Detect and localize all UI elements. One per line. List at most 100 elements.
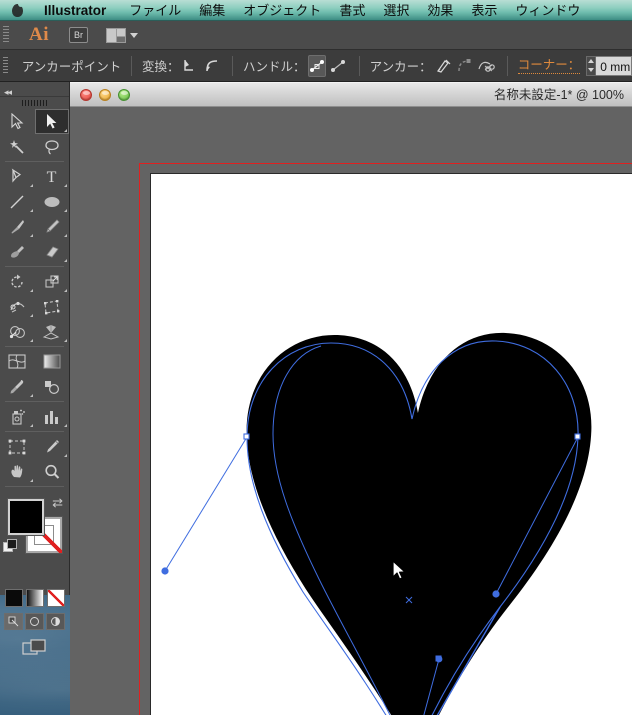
apple-icon[interactable] xyxy=(12,0,24,17)
appbar-grip-icon[interactable] xyxy=(3,26,9,44)
tool-flyout-indicator[interactable] xyxy=(64,454,67,457)
document-title-bar[interactable]: 名称未設定-1* @ 100% xyxy=(70,82,632,107)
artboard[interactable] xyxy=(150,173,632,715)
eyedropper-tool[interactable] xyxy=(0,374,35,399)
corner-label[interactable]: コーナー： xyxy=(517,58,581,74)
symbol-sprayer-tool[interactable] xyxy=(0,404,35,429)
width-tool[interactable] xyxy=(0,294,35,319)
menu-item-window[interactable]: ウィンドウ xyxy=(506,0,589,21)
hand-tool[interactable] xyxy=(0,459,35,484)
control-handle-right[interactable] xyxy=(492,590,500,598)
rotate-tool[interactable] xyxy=(0,269,35,294)
tool-flyout-indicator[interactable] xyxy=(29,184,33,187)
menu-item-file[interactable]: ファイル xyxy=(120,0,190,21)
corner-stepper[interactable] xyxy=(586,55,597,76)
zoom-button[interactable] xyxy=(118,88,130,101)
connect-anchor-icon[interactable] xyxy=(456,55,473,77)
mesh-tool[interactable] xyxy=(0,349,35,374)
chevron-down-icon[interactable] xyxy=(130,32,138,38)
tool-flyout-indicator[interactable] xyxy=(29,394,33,397)
tool-flyout-indicator[interactable] xyxy=(64,209,67,212)
anchor-point-selected[interactable] xyxy=(435,655,442,662)
menu-item-edit[interactable]: 編集 xyxy=(190,0,234,21)
perspective-grid-tool[interactable] xyxy=(35,319,70,344)
none-mode-button[interactable] xyxy=(46,589,65,607)
artwork-layer[interactable] xyxy=(151,174,632,715)
gradient-tool[interactable] xyxy=(35,349,70,374)
menu-item-type[interactable]: 書式 xyxy=(330,0,374,21)
shape-builder-tool[interactable] xyxy=(0,319,35,344)
column-graph-tool[interactable] xyxy=(35,404,70,429)
control-context-label: アンカーポイント xyxy=(21,60,122,74)
lasso-tool[interactable] xyxy=(35,134,70,159)
color-mode-button[interactable] xyxy=(4,589,23,607)
swap-fill-stroke-icon[interactable]: ⇄ xyxy=(52,495,63,511)
convert-to-corner-icon[interactable] xyxy=(182,55,199,77)
tools-panel-header[interactable]: ◂◂ xyxy=(0,82,69,97)
bridge-button[interactable]: Br xyxy=(69,27,88,43)
tool-flyout-indicator[interactable] xyxy=(29,209,33,212)
tool-flyout-indicator[interactable] xyxy=(64,289,67,292)
line-segment-tool[interactable] xyxy=(0,189,35,214)
paintbrush-tool[interactable] xyxy=(0,214,35,239)
tool-flyout-indicator[interactable] xyxy=(29,339,33,342)
tool-flyout-indicator[interactable] xyxy=(29,479,33,482)
remove-anchor-icon[interactable] xyxy=(434,55,452,77)
tool-flyout-indicator[interactable] xyxy=(29,314,33,317)
control-handle-left[interactable] xyxy=(161,567,169,575)
blob-brush-tool[interactable] xyxy=(0,239,35,264)
close-button[interactable] xyxy=(80,88,92,101)
menu-item-view[interactable]: 表示 xyxy=(462,0,506,21)
minimize-button[interactable] xyxy=(99,88,111,101)
draw-behind-button[interactable] xyxy=(25,613,44,630)
tool-flyout-indicator[interactable] xyxy=(29,424,33,427)
show-handles-icon[interactable] xyxy=(307,54,326,77)
canvas-area[interactable] xyxy=(70,107,632,715)
cut-path-icon[interactable] xyxy=(477,55,495,77)
type-tool[interactable]: T xyxy=(35,164,70,189)
pencil-tool[interactable] xyxy=(35,214,70,239)
panel-grip-icon[interactable] xyxy=(0,97,69,109)
menu-app-name[interactable]: Illustrator xyxy=(35,0,120,21)
tool-flyout-indicator[interactable] xyxy=(64,339,67,342)
change-screen-mode-button[interactable] xyxy=(0,638,69,658)
zoom-tool[interactable] xyxy=(35,459,70,484)
arrange-documents-icon[interactable] xyxy=(106,27,126,43)
ellipse-tool[interactable] xyxy=(35,189,70,214)
tool-flyout-indicator[interactable] xyxy=(64,259,67,262)
tool-flyout-indicator[interactable] xyxy=(64,129,67,132)
convert-to-smooth-icon[interactable] xyxy=(203,55,220,77)
selection-tool[interactable] xyxy=(0,109,35,134)
free-transform-tool[interactable] xyxy=(35,294,70,319)
direct-selection-tool[interactable] xyxy=(34,109,69,134)
menu-item-select[interactable]: 選択 xyxy=(374,0,418,21)
anchor-point-top-left[interactable] xyxy=(243,433,250,440)
fill-color-swatch[interactable] xyxy=(7,498,45,536)
heart-shape[interactable] xyxy=(246,332,592,715)
control-panel-grip-icon[interactable] xyxy=(3,56,8,75)
blend-tool[interactable] xyxy=(35,374,70,399)
eraser-tool[interactable] xyxy=(35,239,70,264)
double-chevron-left-icon[interactable]: ◂◂ xyxy=(4,87,12,97)
menu-item-object[interactable]: オブジェクト xyxy=(234,0,330,21)
artboard-tool[interactable] xyxy=(0,434,35,459)
tool-row xyxy=(0,214,69,239)
pen-tool[interactable] xyxy=(0,164,35,189)
gradient-mode-button[interactable] xyxy=(25,589,44,607)
default-fill-stroke-icon[interactable] xyxy=(3,539,18,554)
hide-handles-icon[interactable] xyxy=(330,55,347,77)
magic-wand-tool[interactable] xyxy=(0,134,35,159)
draw-inside-button[interactable] xyxy=(46,613,65,630)
tool-flyout-indicator[interactable] xyxy=(29,289,33,292)
corner-radius-input[interactable]: 0 mm xyxy=(596,55,632,76)
tool-flyout-indicator[interactable] xyxy=(64,234,67,237)
tool-flyout-indicator[interactable] xyxy=(29,234,33,237)
draw-normal-button[interactable] xyxy=(4,613,23,630)
anchor-point-top-right[interactable] xyxy=(574,433,581,440)
tool-divider xyxy=(5,266,64,267)
scale-tool[interactable] xyxy=(35,269,70,294)
slice-tool[interactable] xyxy=(35,434,70,459)
menu-item-effect[interactable]: 効果 xyxy=(418,0,462,21)
tool-flyout-indicator[interactable] xyxy=(64,184,67,187)
tool-flyout-indicator[interactable] xyxy=(64,424,67,427)
